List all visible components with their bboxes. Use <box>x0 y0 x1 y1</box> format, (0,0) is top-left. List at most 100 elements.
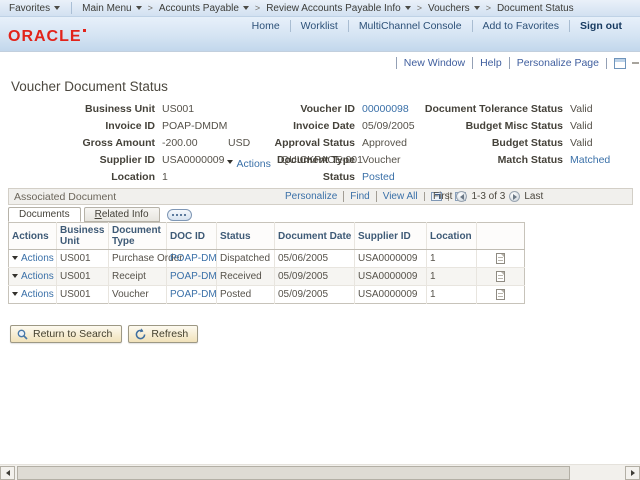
field-value: Voucher <box>362 154 401 166</box>
field-status: Status Posted <box>262 171 437 188</box>
field-label: Supplier ID <box>10 154 155 166</box>
find-link[interactable]: Find <box>343 191 375 202</box>
tab-related-info[interactable]: Related Info <box>84 207 160 222</box>
cell-business-unit: US001 <box>57 268 109 286</box>
breadcrumb-item-label: Vouchers <box>428 3 470 14</box>
doc-id-link[interactable]: POAP-DM <box>170 271 217 282</box>
pager-previous-button[interactable] <box>456 191 467 202</box>
row-actions-menu[interactable]: Actions <box>12 271 54 282</box>
row-actions-menu[interactable]: Actions <box>12 289 54 300</box>
table-row: Actions US001 Voucher POAP-DM Posted 05/… <box>9 286 525 304</box>
field-value: 05/09/2005 <box>362 120 415 132</box>
row-actions-label: Actions <box>21 271 54 282</box>
doc-id-link[interactable]: POAP-DM <box>170 289 217 300</box>
pager-range: 1-3 of 3 <box>471 191 505 202</box>
grid-pager: First 1-3 of 3 Last <box>433 191 543 202</box>
scroll-right-button[interactable] <box>625 466 640 480</box>
field-label: Document Tolerance Status <box>415 103 563 115</box>
dots-icon <box>172 214 174 216</box>
field-supplier-id: Supplier ID USA0000009 Actions QUICKPACE… <box>10 154 268 171</box>
breadcrumb-item-label: Review Accounts Payable Info <box>266 3 401 14</box>
field-value: -200.00 <box>162 137 198 149</box>
tab-documents[interactable]: Documents <box>8 207 81 222</box>
field-value: Valid <box>570 137 593 149</box>
breadcrumb-item-document-status: Document Status <box>480 3 574 14</box>
application-window: Favorites Main Menu Accounts Payable Rev… <box>0 0 640 480</box>
summary-column-2: Voucher ID 00000098 Invoice Date 05/09/2… <box>262 103 437 188</box>
refresh-label: Refresh <box>151 328 188 340</box>
field-label: Status <box>262 171 355 183</box>
field-label: Business Unit <box>10 103 155 115</box>
groupbox-header: Associated Document Personalize Find Vie… <box>8 188 633 205</box>
field-voucher-id: Voucher ID 00000098 <box>262 103 437 120</box>
scroll-left-button[interactable] <box>0 466 15 480</box>
breadcrumb-item-vouchers[interactable]: Vouchers <box>411 3 480 14</box>
doc-id-link[interactable]: POAP-DM <box>170 253 217 264</box>
view-all-link[interactable]: View All <box>376 191 424 202</box>
caret-down-icon <box>12 274 18 278</box>
caret-down-icon <box>12 256 18 260</box>
cell-location: 1 <box>427 250 477 268</box>
document-page-icon[interactable] <box>496 271 505 282</box>
personalize-page-link[interactable]: Personalize Page <box>509 57 606 69</box>
breadcrumb-item-accounts-payable[interactable]: Accounts Payable <box>142 3 249 14</box>
new-window-link[interactable]: New Window <box>396 57 472 69</box>
cell-supplier-id: USA0000009 <box>355 286 427 304</box>
multichannel-console-link[interactable]: MultiChannel Console <box>348 20 472 32</box>
personalize-layout-icon-wrap <box>606 58 626 69</box>
field-value: USA0000009 <box>162 154 224 166</box>
pager-last-label: Last <box>524 191 543 202</box>
field-value: Valid <box>570 103 593 115</box>
tab-label: Documents <box>19 209 70 220</box>
worklist-link[interactable]: Worklist <box>290 20 348 32</box>
grid-tabs: Documents Related Info <box>8 206 633 222</box>
voucher-id-link[interactable]: 00000098 <box>362 103 409 115</box>
field-label: Match Status <box>415 154 563 166</box>
horizontal-scrollbar[interactable] <box>0 464 640 480</box>
personalize-link[interactable]: Personalize <box>279 191 343 202</box>
home-link[interactable]: Home <box>242 20 290 32</box>
field-value: Valid <box>570 120 593 132</box>
breadcrumb-favorites-label: Favorites <box>9 3 50 14</box>
pager-next-button[interactable] <box>509 191 520 202</box>
personalize-layout-icon[interactable] <box>614 58 626 69</box>
cell-status: Received <box>217 268 275 286</box>
header-banner: Home Worklist MultiChannel Console Add t… <box>0 17 640 52</box>
chevron-down-icon <box>54 6 60 10</box>
row-actions-label: Actions <box>21 289 54 300</box>
field-value: Approved <box>362 137 407 149</box>
document-page-icon[interactable] <box>496 253 505 264</box>
table-row: Actions US001 Purchase Order POAP-DM Dis… <box>9 250 525 268</box>
field-location: Location 1 <box>10 171 268 188</box>
breadcrumb-item-main-menu[interactable]: Main Menu <box>82 3 141 14</box>
refresh-button[interactable]: Refresh <box>128 325 198 343</box>
breadcrumb: Favorites Main Menu Accounts Payable Rev… <box>0 0 640 17</box>
match-status-link[interactable]: Matched <box>570 154 610 166</box>
field-gross-amount: Gross Amount -200.00 USD <box>10 137 268 154</box>
breadcrumb-item-label: Accounts Payable <box>159 3 239 14</box>
field-label: Document Type <box>262 154 355 166</box>
scrollbar-thumb[interactable] <box>17 466 570 480</box>
help-link[interactable]: Help <box>472 57 509 69</box>
caret-down-icon <box>227 160 233 164</box>
banner-links: Home Worklist MultiChannel Console Add t… <box>242 20 632 32</box>
breadcrumb-favorites[interactable]: Favorites <box>9 3 60 14</box>
field-business-unit: Business Unit US001 <box>10 103 268 120</box>
field-approval-status: Approval Status Approved <box>262 137 437 154</box>
page-buttons: Return to Search Refresh <box>10 325 198 343</box>
dash-icon <box>632 62 639 64</box>
status-link[interactable]: Posted <box>362 171 395 183</box>
breadcrumb-item-review-ap-info[interactable]: Review Accounts Payable Info <box>249 3 411 14</box>
cell-location: 1 <box>427 286 477 304</box>
column-header-location: Location <box>427 223 477 250</box>
add-to-favorites-link[interactable]: Add to Favorites <box>472 20 569 32</box>
document-page-icon[interactable] <box>496 289 505 300</box>
table-row: Actions US001 Receipt POAP-DM Received 0… <box>9 268 525 286</box>
row-actions-menu[interactable]: Actions <box>12 253 54 264</box>
associated-document-groupbox: Associated Document Personalize Find Vie… <box>8 188 633 304</box>
column-header-attachment <box>477 223 525 250</box>
column-header-doc-id: DOC ID <box>167 223 217 250</box>
show-all-columns-icon[interactable] <box>167 209 192 221</box>
return-to-search-button[interactable]: Return to Search <box>10 325 122 343</box>
sign-out-link[interactable]: Sign out <box>569 20 632 32</box>
